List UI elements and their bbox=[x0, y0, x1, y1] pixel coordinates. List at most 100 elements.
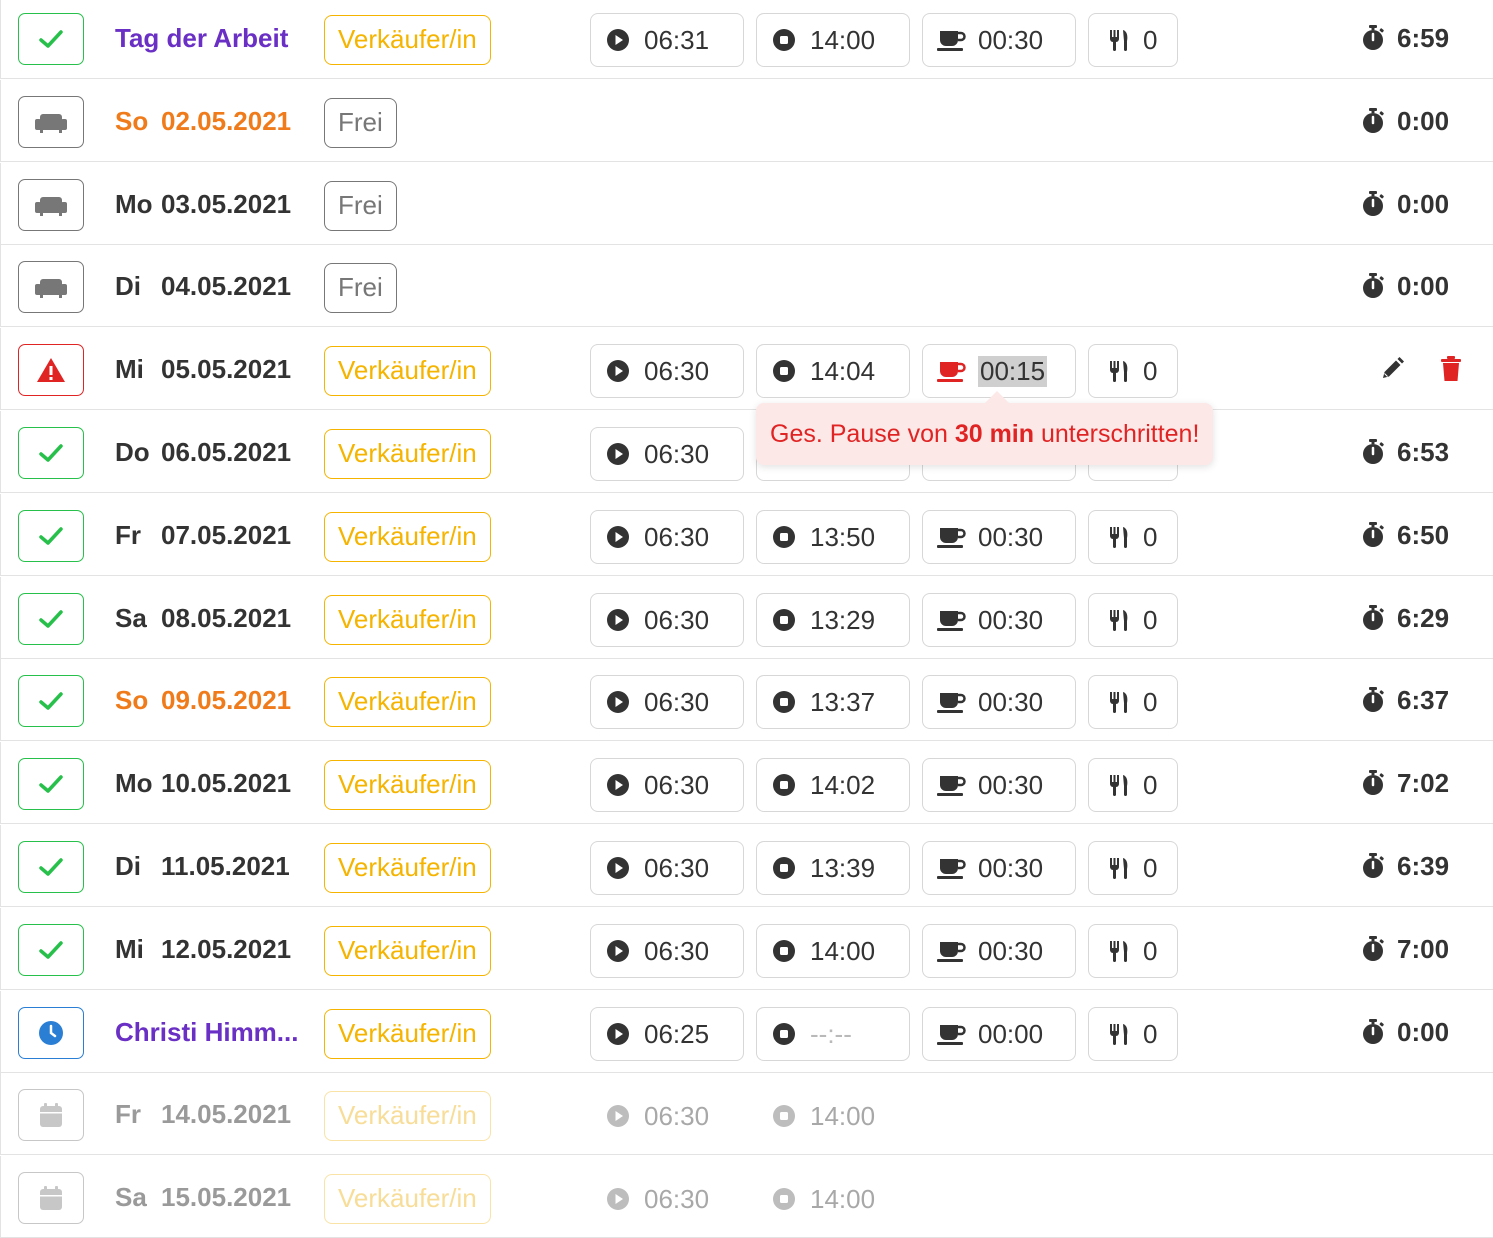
role-badge[interactable]: Frei bbox=[324, 98, 397, 148]
total-value: 0:00 bbox=[1397, 270, 1450, 301]
weekday: Mo bbox=[115, 768, 153, 798]
start-time-field[interactable]: 06:30 bbox=[590, 593, 744, 647]
role-badge[interactable]: Verkäufer/in bbox=[324, 843, 491, 893]
total-value: 6:29 bbox=[1397, 602, 1450, 633]
status-plan-button[interactable] bbox=[18, 1089, 84, 1141]
start-time-field[interactable]: 06:30 bbox=[590, 924, 744, 978]
start-time-value: 06:30 bbox=[644, 521, 710, 552]
role-badge[interactable]: Verkäufer/in bbox=[324, 595, 491, 645]
pause-field[interactable]: 00:30 bbox=[922, 675, 1076, 729]
role-badge[interactable]: Verkäufer/in bbox=[324, 512, 491, 562]
pause-field[interactable]: 00:30 bbox=[922, 841, 1076, 895]
start-time-field[interactable]: 06:30 bbox=[590, 1089, 744, 1143]
cutlery-icon bbox=[1107, 856, 1131, 880]
meals-field[interactable]: 0 bbox=[1088, 924, 1178, 978]
end-time-field[interactable]: 14:02 bbox=[756, 758, 910, 812]
total-value: 6:59 bbox=[1397, 22, 1450, 53]
date: 07.05.2021 bbox=[161, 520, 292, 550]
stop-icon bbox=[772, 1022, 796, 1046]
end-time-field[interactable]: 13:39 bbox=[756, 841, 910, 895]
couch-icon bbox=[34, 276, 68, 298]
check-icon bbox=[38, 28, 64, 50]
role-badge[interactable]: Verkäufer/in bbox=[324, 760, 491, 810]
status-ok-button[interactable] bbox=[18, 510, 84, 562]
meals-field[interactable]: 0 bbox=[1088, 841, 1178, 895]
start-time-field[interactable]: 06:30 bbox=[590, 344, 744, 398]
edit-button[interactable] bbox=[1377, 354, 1407, 384]
end-time-field[interactable]: 14:00 bbox=[756, 924, 910, 978]
pause-field[interactable]: 00:30 bbox=[922, 510, 1076, 564]
end-time-field[interactable]: 14:00 bbox=[756, 13, 910, 67]
pause-field[interactable]: 00:15 bbox=[922, 344, 1076, 398]
role-badge[interactable]: Verkäufer/in bbox=[324, 1174, 491, 1224]
status-ok-button[interactable] bbox=[18, 593, 84, 645]
end-time-value: 13:37 bbox=[810, 686, 876, 717]
meals-field[interactable]: 0 bbox=[1088, 344, 1178, 398]
meals-value: 0 bbox=[1143, 852, 1158, 883]
role-badge[interactable]: Frei bbox=[324, 181, 397, 231]
start-time-value: 06:30 bbox=[644, 604, 710, 635]
role-badge[interactable]: Verkäufer/in bbox=[324, 1009, 491, 1059]
role-badge[interactable]: Verkäufer/in bbox=[324, 15, 491, 65]
status-off-button[interactable] bbox=[18, 261, 84, 313]
start-time-field[interactable]: 06:30 bbox=[590, 675, 744, 729]
end-time-field[interactable]: 14:00 bbox=[756, 1172, 910, 1226]
start-time-field[interactable]: 06:25 bbox=[590, 1007, 744, 1061]
start-time-field[interactable]: 06:30 bbox=[590, 841, 744, 895]
status-plan-button[interactable] bbox=[18, 1172, 84, 1224]
status-ok-button[interactable] bbox=[18, 427, 84, 479]
coffee-icon bbox=[936, 359, 966, 383]
end-time-field[interactable]: 13:50 bbox=[756, 510, 910, 564]
role-badge[interactable]: Verkäufer/in bbox=[324, 926, 491, 976]
check-icon bbox=[38, 608, 64, 630]
pause-field[interactable]: 00:00 bbox=[922, 1007, 1076, 1061]
meals-value: 0 bbox=[1143, 604, 1158, 635]
meals-field[interactable]: 0 bbox=[1088, 1007, 1178, 1061]
check-icon bbox=[38, 525, 64, 547]
role-badge[interactable]: Frei bbox=[324, 263, 397, 313]
status-off-button[interactable] bbox=[18, 179, 84, 231]
date: 14.05.2021 bbox=[161, 1099, 292, 1129]
pause-field[interactable]: 00:30 bbox=[922, 593, 1076, 647]
pause-field[interactable]: 00:30 bbox=[922, 924, 1076, 978]
status-ok-button[interactable] bbox=[18, 841, 84, 893]
stop-icon bbox=[772, 525, 796, 549]
meals-field[interactable]: 0 bbox=[1088, 510, 1178, 564]
meals-field[interactable]: 0 bbox=[1088, 675, 1178, 729]
stopwatch-icon bbox=[1361, 439, 1385, 465]
pause-field[interactable]: 00:30 bbox=[922, 13, 1076, 67]
end-time-field[interactable]: 13:37 bbox=[756, 675, 910, 729]
status-warn-button[interactable] bbox=[18, 344, 84, 396]
row-date-label: So 02.05.2021 bbox=[115, 80, 291, 162]
start-time-field[interactable]: 06:30 bbox=[590, 427, 744, 481]
status-ok-button[interactable] bbox=[18, 13, 84, 65]
status-off-button[interactable] bbox=[18, 96, 84, 148]
start-time-field[interactable]: 06:30 bbox=[590, 758, 744, 812]
pause-field[interactable]: 00:30 bbox=[922, 758, 1076, 812]
status-ok-button[interactable] bbox=[18, 758, 84, 810]
role-badge[interactable]: Verkäufer/in bbox=[324, 677, 491, 727]
end-time-field[interactable]: 14:00 bbox=[756, 1089, 910, 1143]
start-time-field[interactable]: 06:30 bbox=[590, 510, 744, 564]
start-time-field[interactable]: 06:31 bbox=[590, 13, 744, 67]
meals-field[interactable]: 0 bbox=[1088, 758, 1178, 812]
meals-field[interactable]: 0 bbox=[1088, 593, 1178, 647]
cutlery-icon bbox=[1107, 773, 1131, 797]
role-badge[interactable]: Verkäufer/in bbox=[324, 429, 491, 479]
status-ok-button[interactable] bbox=[18, 675, 84, 727]
weekday: Do bbox=[115, 437, 150, 467]
end-time-field[interactable]: 13:29 bbox=[756, 593, 910, 647]
status-ok-button[interactable] bbox=[18, 924, 84, 976]
start-time-field[interactable]: 06:30 bbox=[590, 1172, 744, 1226]
start-time-value: 06:30 bbox=[644, 852, 710, 883]
row-date-label: Do 06.05.2021 bbox=[115, 411, 291, 493]
role-badge[interactable]: Verkäufer/in bbox=[324, 1091, 491, 1141]
end-time-field[interactable]: 14:04 bbox=[756, 344, 910, 398]
role-badge[interactable]: Verkäufer/in bbox=[324, 346, 491, 396]
delete-button[interactable] bbox=[1436, 354, 1466, 384]
coffee-icon bbox=[936, 28, 966, 52]
table-row: Tag der Arbeit Verkäufer/in 06:31 14:00 00:3… bbox=[0, 0, 1493, 79]
meals-field[interactable]: 0 bbox=[1088, 13, 1178, 67]
status-clock-button[interactable] bbox=[18, 1007, 84, 1059]
end-time-field[interactable]: --:-- bbox=[756, 1007, 910, 1061]
